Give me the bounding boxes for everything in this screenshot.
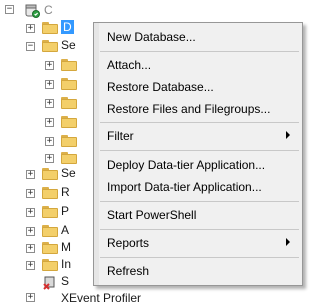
menu-item-label: Deploy Data-tier Application...: [107, 158, 266, 172]
databases-node-label[interactable]: D: [61, 20, 74, 34]
child-expand-toggle[interactable]: +: [45, 80, 54, 89]
menu-item-label: New Database...: [107, 30, 196, 44]
node-expand-toggle[interactable]: +: [26, 189, 35, 198]
folder-icon: [61, 152, 77, 164]
node-expand-toggle[interactable]: +: [26, 170, 35, 179]
tree-node-label[interactable]: R: [61, 185, 70, 199]
security-node-label[interactable]: Se: [61, 38, 76, 52]
menu-item-label: Filter: [107, 129, 134, 143]
folder-icon: [61, 78, 77, 90]
menu-item-label: Attach...: [107, 58, 152, 72]
folder-icon: [61, 135, 77, 147]
server-label[interactable]: C: [44, 3, 53, 17]
menu-item-import-data-tier[interactable]: Import Data-tier Application...: [96, 176, 300, 198]
menu-item-label: Start PowerShell: [107, 208, 197, 222]
menu-item-start-powershell[interactable]: Start PowerShell: [96, 204, 300, 226]
menu-item-deploy-data-tier[interactable]: Deploy Data-tier Application...: [96, 154, 300, 176]
security-collapse-toggle[interactable]: −: [26, 42, 35, 51]
security-folder-icon: [42, 40, 58, 52]
folder-icon: [42, 259, 58, 271]
folder-icon: [42, 187, 58, 199]
menu-item-refresh[interactable]: Refresh: [96, 260, 300, 282]
xevent-profiler-label[interactable]: XEvent Profiler: [61, 291, 141, 305]
tree-node-label[interactable]: M: [61, 240, 71, 254]
submenu-arrow-icon: [286, 131, 290, 139]
menu-item-restore-files[interactable]: Restore Files and Filegroups...: [96, 98, 300, 120]
node-expand-toggle[interactable]: +: [26, 261, 35, 270]
menu-item-label: Reports: [107, 236, 150, 250]
menu-item-label: Import Data-tier Application...: [107, 180, 262, 194]
node-expand-toggle[interactable]: +: [26, 293, 35, 302]
folder-icon: [42, 225, 58, 237]
databases-expand-toggle[interactable]: +: [26, 24, 35, 33]
databases-folder-icon: [42, 22, 58, 34]
menu-separator: [100, 229, 299, 230]
menu-item-reports[interactable]: Reports: [96, 232, 300, 254]
folder-icon: [61, 116, 77, 128]
tree-node-label[interactable]: Se: [61, 166, 76, 180]
menu-item-attach[interactable]: Attach...: [96, 54, 300, 76]
menu-item-restore-database[interactable]: Restore Database...: [96, 76, 300, 98]
submenu-arrow-icon: [286, 238, 290, 246]
menu-separator: [100, 257, 299, 258]
child-expand-toggle[interactable]: +: [45, 99, 54, 108]
server-icon: [24, 2, 40, 18]
menu-item-new-database[interactable]: New Database...: [96, 26, 300, 48]
menu-item-label: Refresh: [107, 264, 150, 278]
menu-item-label: Restore Files and Filegroups...: [107, 102, 271, 116]
folder-icon: [42, 242, 58, 254]
folder-icon: [42, 206, 58, 218]
context-menu: New Database... Attach... Restore Databa…: [93, 22, 303, 286]
agent-node-label[interactable]: S: [61, 274, 69, 288]
agent-icon: [43, 276, 57, 290]
menu-item-label: Restore Database...: [107, 80, 214, 94]
folder-icon: [61, 59, 77, 71]
tree-node-label[interactable]: P: [61, 204, 69, 218]
child-expand-toggle[interactable]: +: [45, 118, 54, 127]
tree-node-label[interactable]: A: [61, 223, 69, 237]
menu-separator: [100, 51, 299, 52]
folder-icon: [42, 168, 58, 180]
folder-icon: [61, 97, 77, 109]
child-expand-toggle[interactable]: +: [45, 154, 54, 163]
child-expand-toggle[interactable]: +: [45, 137, 54, 146]
menu-separator: [100, 122, 299, 123]
menu-item-filter[interactable]: Filter: [96, 125, 300, 147]
child-expand-toggle[interactable]: +: [45, 61, 54, 70]
server-collapse-toggle[interactable]: −: [5, 5, 14, 14]
node-expand-toggle[interactable]: +: [26, 244, 35, 253]
node-expand-toggle[interactable]: +: [26, 227, 35, 236]
menu-separator: [100, 150, 299, 151]
node-expand-toggle[interactable]: +: [26, 208, 35, 217]
menu-separator: [100, 201, 299, 202]
tree-node-label[interactable]: In: [61, 257, 71, 271]
